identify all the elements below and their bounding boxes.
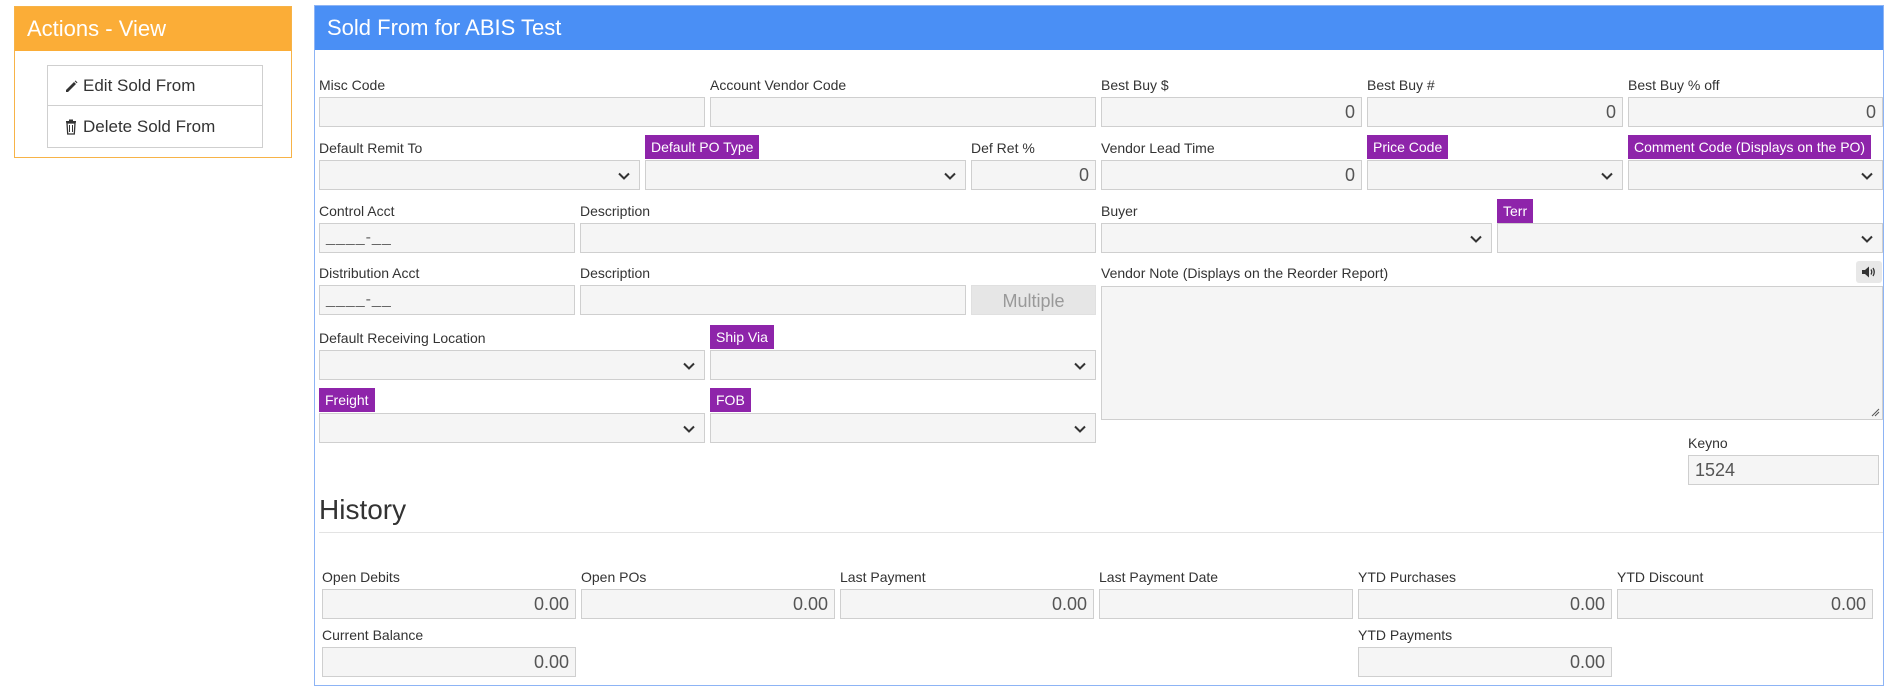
best-buy-dollar-label: Best Buy $ (1101, 77, 1169, 93)
current-balance-value: 0.00 (322, 647, 576, 677)
best-buy-pct-label: Best Buy % off (1628, 77, 1720, 93)
def-ret-pct-input[interactable]: 0 (971, 160, 1096, 190)
last-payment-label: Last Payment (840, 569, 926, 585)
ytd-payments-value: 0.00 (1358, 647, 1612, 677)
terr-select[interactable] (1497, 223, 1883, 253)
best-buy-num-input[interactable]: 0 (1367, 97, 1623, 127)
default-po-type-select[interactable] (645, 160, 966, 190)
last-payment-value: 0.00 (840, 589, 1094, 619)
misc-code-input[interactable] (319, 97, 705, 127)
ytd-discount-value: 0.00 (1617, 589, 1873, 619)
default-receiving-location-label: Default Receiving Location (319, 330, 486, 346)
ytd-purchases-label: YTD Purchases (1358, 569, 1457, 585)
misc-code-label: Misc Code (319, 77, 386, 93)
comment-code-select[interactable] (1628, 160, 1883, 190)
fob-label: FOB (710, 388, 751, 412)
distribution-acct-label: Distribution Acct (319, 265, 420, 281)
history-divider (319, 532, 1883, 533)
open-pos-value: 0.00 (581, 589, 835, 619)
speaker-icon[interactable] (1856, 261, 1882, 283)
default-remit-to-label: Default Remit To (319, 140, 423, 156)
edit-sold-from-button[interactable]: Edit Sold From (47, 65, 263, 106)
buyer-select[interactable] (1101, 223, 1492, 253)
edit-sold-from-label: Edit Sold From (83, 75, 196, 95)
control-acct-input[interactable]: ____-__ (319, 223, 575, 253)
open-debits-label: Open Debits (322, 569, 400, 585)
best-buy-pct-input[interactable]: 0 (1628, 97, 1883, 127)
price-code-label: Price Code (1367, 135, 1449, 159)
resize-grip-icon[interactable] (1870, 407, 1880, 417)
ship-via-select[interactable] (710, 350, 1096, 380)
open-pos-label: Open POs (581, 569, 647, 585)
chevron-down-icon (1074, 362, 1086, 370)
comment-code-label: Comment Code (Displays on the PO) (1628, 135, 1872, 159)
default-po-type-label: Default PO Type (645, 135, 760, 159)
chevron-down-icon (683, 425, 695, 433)
chevron-down-icon (1601, 172, 1613, 180)
account-vendor-code-label: Account Vendor Code (710, 77, 847, 93)
terr-label: Terr (1497, 199, 1534, 223)
price-code-select[interactable] (1367, 160, 1623, 190)
ytd-discount-label: YTD Discount (1617, 569, 1704, 585)
vendor-note-textarea[interactable] (1101, 286, 1883, 420)
buyer-label: Buyer (1101, 203, 1138, 219)
ship-via-label: Ship Via (710, 325, 774, 349)
control-acct-label: Control Acct (319, 203, 395, 219)
pencil-icon (64, 78, 78, 94)
history-heading: History (319, 494, 407, 525)
delete-sold-from-button[interactable]: Delete Sold From (47, 106, 263, 148)
chevron-down-icon (944, 172, 956, 180)
chevron-down-icon (1074, 425, 1086, 433)
default-remit-to-select[interactable] (319, 160, 640, 190)
keyno-input: 1524 (1688, 455, 1879, 485)
best-buy-dollar-input[interactable]: 0 (1101, 97, 1362, 127)
ytd-purchases-value: 0.00 (1358, 589, 1612, 619)
chevron-down-icon (618, 172, 630, 180)
control-description-label: Description (580, 203, 651, 219)
keyno-label: Keyno (1688, 435, 1728, 451)
freight-label: Freight (319, 388, 375, 412)
open-debits-value: 0.00 (322, 589, 576, 619)
current-balance-label: Current Balance (322, 627, 424, 643)
actions-panel: Actions - View Edit Sold From Delete Sol… (14, 6, 292, 158)
chevron-down-icon (683, 362, 695, 370)
actions-panel-title: Actions - View (15, 7, 291, 51)
freight-select[interactable] (319, 413, 705, 443)
chevron-down-icon (1470, 235, 1482, 243)
vendor-note-label: Vendor Note (Displays on the Reorder Rep… (1101, 265, 1389, 281)
def-ret-pct-label: Def Ret % (971, 140, 1035, 156)
multiple-button[interactable]: Multiple (971, 285, 1096, 315)
vendor-lead-time-input[interactable]: 0 (1101, 160, 1362, 190)
best-buy-num-label: Best Buy # (1367, 77, 1435, 93)
chevron-down-icon (1861, 172, 1873, 180)
sold-from-panel: Sold From for ABIS Test Misc Code Accoun… (314, 5, 1884, 686)
distribution-acct-input[interactable]: ____-__ (319, 285, 575, 315)
distribution-description-input[interactable] (580, 285, 966, 315)
ytd-payments-label: YTD Payments (1358, 627, 1453, 643)
page-title: Sold From for ABIS Test (315, 6, 1883, 50)
vendor-lead-time-label: Vendor Lead Time (1101, 140, 1215, 156)
chevron-down-icon (1861, 235, 1873, 243)
delete-sold-from-label: Delete Sold From (83, 116, 216, 136)
distribution-description-label: Description (580, 265, 651, 281)
trash-icon (64, 119, 78, 135)
last-payment-date-value (1099, 589, 1353, 619)
fob-select[interactable] (710, 413, 1096, 443)
account-vendor-code-input[interactable] (710, 97, 1096, 127)
control-description-input[interactable] (580, 223, 1096, 253)
last-payment-date-label: Last Payment Date (1099, 569, 1219, 585)
default-receiving-location-select[interactable] (319, 350, 705, 380)
